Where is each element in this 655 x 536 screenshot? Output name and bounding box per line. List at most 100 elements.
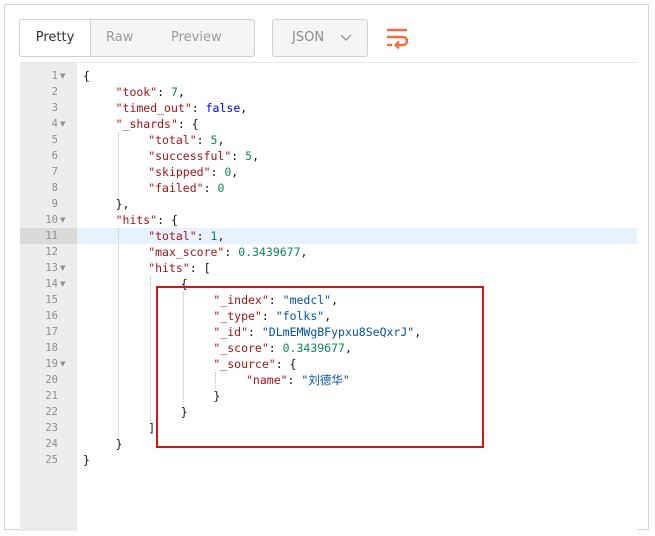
fold-toggle-icon[interactable]: ▼ [60,116,65,132]
json-punctuation: : [224,245,239,259]
line-number: 16 [45,310,58,322]
json-key: "total" [148,133,197,147]
json-punctuation: }, [115,197,130,211]
line-number: 6 [51,150,58,162]
json-punctuation: : [203,181,218,195]
line-number: 10 [45,214,58,226]
code-line: 11 "total": 1, [20,228,637,244]
line-number: 5 [51,134,58,146]
line-number: 7 [51,166,58,178]
code-line: 9}, [20,196,637,212]
code-text: "total": 1, [148,228,224,244]
line-number: 9 [51,198,58,210]
json-key: "total" [148,229,197,243]
line-number: 3 [51,102,58,114]
code-text: } [116,436,123,452]
code-line: 8 "failed": 0 [20,180,637,196]
line-number: 8 [51,182,58,194]
json-punctuation: : [191,101,206,115]
json-key: "skipped" [148,165,211,179]
code-text: "hits": { [116,212,178,228]
code-line: 3 "timed_out": false, [20,100,637,116]
json-punctuation: : [231,149,246,163]
code-line: 25} [20,452,637,468]
fold-toggle-icon[interactable]: ▼ [60,356,65,372]
code-line: 5 "total": 5, [20,132,637,148]
json-punctuation: } [83,453,90,467]
code-text: ] [148,420,155,436]
line-number: 20 [45,374,58,386]
json-punctuation: , [177,85,185,99]
chevron-down-icon [340,34,352,41]
code-line: 10 ▼ "hits": { [20,212,637,228]
code-text: "skipped": 0, [148,164,238,180]
code-text: { [83,68,90,84]
line-number: 24 [45,438,58,450]
line-number: 25 [45,454,58,466]
code-text: "hits": [ [148,260,210,276]
line-number: 19 [45,358,58,370]
tab-preview[interactable]: Preview [171,20,222,56]
fold-toggle-icon[interactable]: ▼ [60,260,65,276]
json-key: "timed_out" [115,101,192,115]
line-number: 14 [45,278,58,290]
line-number: 15 [45,294,58,306]
format-dropdown[interactable]: JSON [272,19,368,57]
json-key: "hits" [148,261,190,275]
code-line: 7 "skipped": 0, [20,164,637,180]
wrap-lines-icon[interactable] [383,25,411,51]
json-punctuation: , [252,149,260,163]
line-number: 23 [45,422,58,434]
line-number: 1 [51,70,58,82]
code-text: "_shards": { [116,116,199,132]
code-line: 2 "took": 7, [20,84,637,100]
tab-raw[interactable]: Raw [106,20,133,56]
json-punctuation: , [240,101,248,115]
json-punctuation: , [217,229,225,243]
code-text: "timed_out": false, [116,100,248,116]
json-value: 0.3439677 [238,245,301,259]
format-label: JSON [292,30,325,45]
json-key: "successful" [148,149,232,163]
code-text: "total": 5, [148,132,224,148]
fold-toggle-icon[interactable]: ▼ [60,68,65,84]
fold-toggle-icon[interactable]: ▼ [60,212,65,228]
fold-toggle-icon[interactable]: ▼ [60,276,65,292]
line-number: 4 [51,118,58,130]
json-punctuation: : { [177,117,199,131]
json-value: 7 [171,85,178,99]
tab-pretty[interactable]: Pretty [20,20,91,56]
code-line: 13 ▼ "hits": [ [20,260,637,276]
json-punctuation: : [210,165,225,179]
line-number: 13 [45,262,58,274]
indent-guide [117,228,119,436]
json-key: "failed" [148,181,204,195]
json-punctuation: : [ [189,261,211,275]
line-number: 22 [45,406,58,418]
json-punctuation: : [157,85,171,99]
line-number: 2 [51,86,58,98]
code-line: 6 "successful": 5, [20,148,637,164]
json-key: "_shards" [115,117,178,131]
json-key: "max_score" [148,245,225,259]
code-text: "failed": 0 [148,180,224,196]
json-punctuation: ] [148,421,156,435]
code-text: "took": 7, [116,84,185,100]
line-number: 18 [45,342,58,354]
json-value: 0 [217,181,225,195]
highlight-annotation-box [156,286,484,448]
json-punctuation: , [300,245,308,259]
code-line: 4 ▼ "_shards": { [20,116,637,132]
code-text: "successful": 5, [148,148,259,164]
code-text: }, [116,196,130,212]
json-punctuation: : [196,229,211,243]
code-line: 1 ▼ { [20,68,637,84]
json-key: "hits" [115,213,158,227]
json-punctuation: , [231,165,239,179]
json-punctuation: { [83,69,90,83]
line-number: 21 [45,390,58,402]
json-punctuation: } [115,437,123,451]
json-punctuation: : { [157,213,178,227]
json-value: false [205,101,241,115]
line-number: 17 [45,326,58,338]
